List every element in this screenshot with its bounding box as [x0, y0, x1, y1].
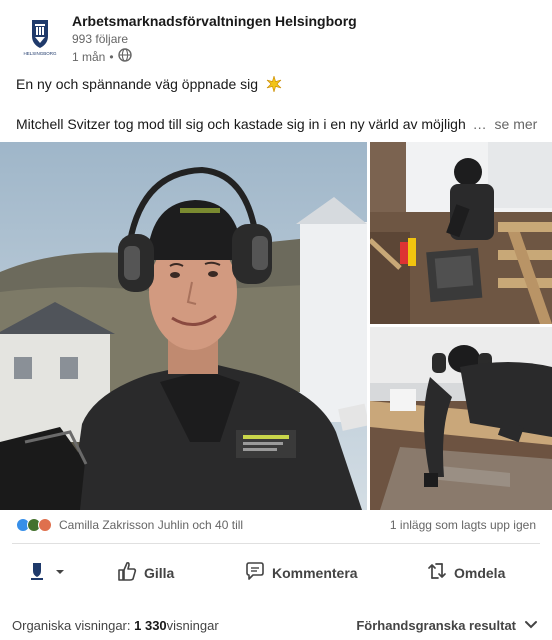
like-button[interactable]: Gilla — [116, 560, 174, 585]
action-bar: Gilla Kommentera Omdela — [0, 552, 552, 592]
post-image-bottom-right[interactable] — [370, 327, 552, 510]
preview-results-button[interactable]: Förhandsgranska resultat — [356, 618, 538, 633]
org-avatar-icon — [26, 560, 48, 585]
headline-text: En ny och spännande väg öppnade sig — [16, 76, 259, 92]
divider — [12, 543, 540, 544]
impressions-label: Organiska visningar: — [12, 618, 135, 633]
follower-count: 993 följare — [72, 32, 129, 46]
post-headline: En ny och spännande väg öppnade sig — [16, 74, 282, 97]
chevron-down-icon — [524, 618, 538, 633]
post-body: Mitchell Svitzer tog mod till sig och ka… — [16, 114, 538, 134]
love-reaction-icon — [38, 518, 52, 532]
post-image-main[interactable] — [0, 142, 367, 510]
post-time: 1 mån — [72, 49, 106, 64]
thumbs-up-icon — [116, 560, 138, 585]
repost-icon — [426, 560, 448, 585]
repost-button[interactable]: Omdela — [426, 560, 505, 585]
like-label: Gilla — [144, 564, 175, 581]
meta-separator: • — [109, 49, 114, 64]
see-more-link[interactable]: se mer — [495, 116, 538, 132]
chevron-down-icon — [54, 565, 66, 581]
impressions-count: 1 330 — [134, 618, 167, 633]
reactions-summary[interactable]: Camilla Zakrisson Juhlin och 40 till — [16, 518, 243, 532]
sparkle-icon — [266, 74, 282, 97]
comment-button[interactable]: Kommentera — [244, 560, 358, 585]
identity-switcher[interactable] — [26, 560, 66, 585]
repost-count[interactable]: 1 inlägg som lagts upp igen — [390, 518, 536, 532]
repost-label: Omdela — [454, 564, 506, 581]
comment-icon — [244, 560, 266, 585]
organic-impressions: Organiska visningar: 1 330visningar — [12, 618, 219, 633]
comment-label: Kommentera — [272, 564, 358, 581]
impressions-suffix: visningar — [166, 618, 219, 633]
reactor-names: Camilla Zakrisson Juhlin och 40 till — [59, 518, 244, 532]
reaction-icons — [16, 518, 52, 532]
post-header: HELSINGBORG Arbetsmarknadsförvaltningen … — [0, 0, 552, 70]
logo-text: HELSINGBORG — [23, 51, 57, 56]
post-image-top-right[interactable] — [370, 142, 552, 324]
preview-results-label: Förhandsgranska resultat — [356, 618, 516, 633]
ellipsis: … — [472, 116, 487, 132]
reactions-bar: Camilla Zakrisson Juhlin och 40 till 1 i… — [16, 516, 536, 536]
org-name[interactable]: Arbetsmarknadsförvaltningen Helsingborg — [72, 13, 357, 29]
analytics-bar: Organiska visningar: 1 330visningar Förh… — [0, 612, 552, 636]
org-logo[interactable]: HELSINGBORG — [16, 12, 64, 60]
body-text: Mitchell Svitzer tog mod till sig och ka… — [16, 116, 466, 132]
post-meta: 1 mån • — [72, 48, 132, 65]
globe-icon — [117, 48, 132, 65]
